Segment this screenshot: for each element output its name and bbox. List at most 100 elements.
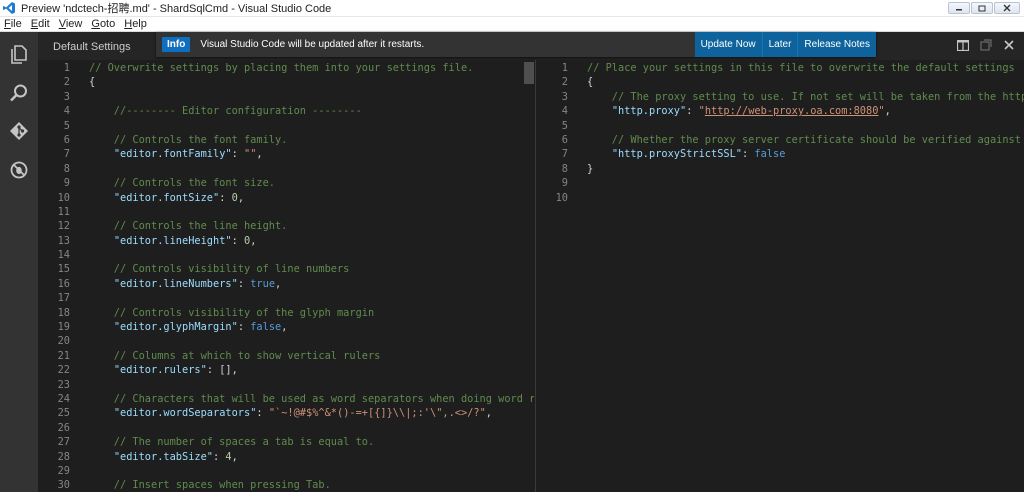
split-editor-icon[interactable] [956, 38, 970, 52]
line-number: 5 [63, 119, 70, 132]
tab-default-settings[interactable]: Default Settings [53, 41, 131, 53]
debug-icon[interactable] [7, 158, 31, 182]
title-bar: Preview 'ndctech-招聘.md' - ShardSqlCmd - … [0, 0, 1024, 17]
code-token: // Overwrite settings by placing them in… [89, 62, 474, 74]
code-line[interactable]: 8 [38, 162, 534, 176]
code-line[interactable]: 11 [38, 205, 534, 219]
code-line[interactable]: 9 [536, 176, 1024, 190]
scrollbar-thumb[interactable] [524, 62, 534, 84]
code-line[interactable]: 30 // Insert spaces when pressing Tab. [38, 478, 534, 492]
line-number: 29 [57, 464, 70, 477]
code-line[interactable]: 2{ [536, 75, 1024, 89]
code-line[interactable]: 23 [38, 378, 534, 392]
code-line[interactable]: 20 [38, 334, 534, 348]
minimize-button[interactable] [948, 2, 970, 14]
code-line[interactable]: 3 // The proxy setting to use. If not se… [536, 90, 1024, 104]
line-number: 8 [561, 162, 568, 175]
code-line[interactable]: 16 "editor.lineNumbers": true, [38, 277, 534, 291]
menu-help[interactable]: Help [124, 18, 147, 30]
code-token: "editor.lineHeight" [113, 234, 232, 247]
code-text: // Whether the proxy server certificate … [587, 133, 1024, 147]
code-line[interactable]: 26 [38, 421, 534, 435]
code-line[interactable]: 10 [536, 191, 1024, 205]
search-icon[interactable] [7, 81, 31, 105]
menu-label: dit [38, 18, 50, 30]
user-settings-editor[interactable]: 1 // Place your settings in this file to … [535, 60, 1024, 492]
line-number: 2 [561, 76, 568, 89]
code-line[interactable]: 17 [38, 291, 534, 305]
code-line[interactable]: 2{ [38, 75, 534, 89]
open-preview-icon[interactable] [979, 38, 993, 52]
code-line[interactable]: 14 [38, 248, 534, 262]
code-line[interactable]: 4 "http.proxy": "http://web-proxy.oa.com… [536, 104, 1024, 118]
code-line[interactable]: 29 [38, 464, 534, 478]
code-token: // Controls visibility of line numbers [89, 263, 350, 276]
menu-mnemonic: H [124, 18, 133, 30]
code-line[interactable]: 18 // Controls visibility of the glyph m… [38, 306, 534, 320]
menu-goto[interactable]: Goto [91, 18, 115, 30]
code-token: // Insert spaces when pressing Tab. [89, 479, 331, 492]
close-button[interactable] [994, 2, 1020, 14]
code-text: "editor.rulers": [], [89, 363, 238, 377]
explorer-icon[interactable] [7, 42, 31, 66]
code-text: { [587, 75, 593, 89]
code-token: "editor.wordSeparators" [113, 407, 257, 420]
line-number: 4 [63, 105, 70, 118]
update-now-button[interactable]: Update Now [695, 32, 762, 57]
default-settings-editor[interactable]: 1 // Overwrite settings by placing them i… [38, 60, 534, 492]
code-text: // Controls the font size. [89, 176, 275, 190]
menu-mnemonic: F [4, 18, 11, 30]
line-number: 25 [57, 407, 70, 420]
code-line[interactable]: 5 [536, 119, 1024, 133]
code-line[interactable]: 27 // The number of spaces a tab is equa… [38, 435, 534, 449]
menu-mnemonic: E [30, 18, 39, 30]
git-icon[interactable] [7, 119, 31, 143]
code-line[interactable]: 5 [38, 119, 534, 133]
code-line[interactable]: 10 "editor.fontSize": 0, [38, 191, 534, 205]
line-number: 6 [63, 133, 70, 146]
code-line[interactable]: 8} [536, 162, 1024, 176]
code-text: } [587, 162, 593, 176]
code-lines: 1 // Place your settings in this file to … [536, 61, 1024, 205]
notification-actions: Update Now Later Release Notes [694, 32, 876, 57]
menu-mnemonic: G [91, 18, 100, 30]
code-token: "http.proxy" [611, 105, 687, 118]
code-token: "editor.fontSize" [113, 191, 220, 204]
code-token[interactable]: http://web-proxy.oa.com:8080 [705, 105, 879, 117]
code-line[interactable]: 28 "editor.tabSize": 4, [38, 450, 534, 464]
code-line[interactable]: 21 // Columns at which to show vertical … [38, 349, 534, 363]
menu-mnemonic: V [58, 18, 66, 30]
code-line[interactable]: 6 // Controls the font family. [38, 133, 534, 147]
menu-file[interactable]: File [4, 18, 22, 30]
code-line[interactable]: 25 "editor.wordSeparators": "`~!@#$%^&*(… [38, 406, 534, 420]
code-line[interactable]: 1 // Place your settings in this file to … [536, 61, 1024, 75]
activity-bar [0, 32, 38, 492]
code-line[interactable]: 1 // Overwrite settings by placing them i… [38, 61, 534, 75]
code-token: "editor.rulers" [113, 364, 207, 377]
close-editor-icon[interactable] [1002, 38, 1016, 52]
code-line[interactable]: 6 // Whether the proxy server certificat… [536, 133, 1024, 147]
menu-edit[interactable]: Edit [31, 18, 50, 30]
code-line[interactable]: 7 "http.proxyStrictSSL": false [536, 147, 1024, 161]
line-number: 15 [57, 263, 70, 276]
later-button[interactable]: Later [761, 32, 798, 57]
code-line[interactable]: 13 "editor.lineHeight": 0, [38, 234, 534, 248]
maximize-button[interactable] [971, 2, 993, 14]
line-number: 7 [561, 148, 568, 161]
code-line[interactable]: 19 "editor.glyphMargin": false, [38, 320, 534, 334]
menu-label: elp [132, 18, 147, 30]
code-line[interactable]: 4 //-------- Editor configuration ------… [38, 104, 534, 118]
code-line[interactable]: 12 // Controls the line height. [38, 219, 534, 233]
line-number: 26 [57, 421, 70, 434]
code-line[interactable]: 7 "editor.fontFamily": "", [38, 147, 534, 161]
line-number: 10 [57, 191, 70, 204]
code-line[interactable]: 9 // Controls the font size. [38, 176, 534, 190]
menu-view[interactable]: View [59, 18, 83, 30]
line-number: 16 [57, 277, 70, 290]
code-line[interactable]: 22 "editor.rulers": [], [38, 363, 534, 377]
code-token: false [754, 148, 786, 161]
release-notes-button[interactable]: Release Notes [797, 32, 876, 57]
code-line[interactable]: 15 // Controls visibility of line number… [38, 262, 534, 276]
code-line[interactable]: 24 // Characters that will be used as wo… [38, 392, 534, 406]
code-line[interactable]: 3 [38, 90, 534, 104]
